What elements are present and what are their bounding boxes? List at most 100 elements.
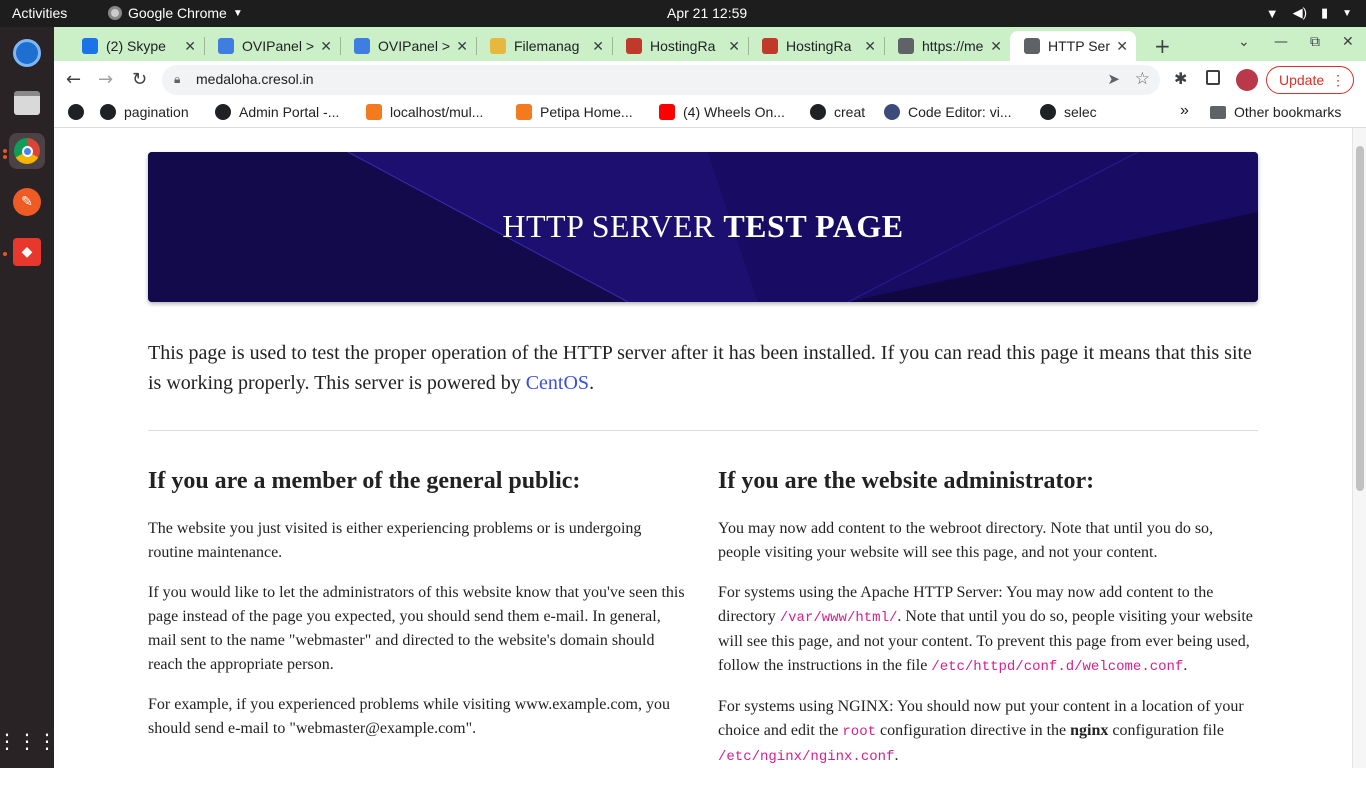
close-window-icon[interactable]: ✕ [1342, 34, 1354, 50]
app-menu[interactable]: Google Chrome ▼ [108, 5, 243, 21]
hostingraja-icon [762, 38, 778, 54]
public-paragraph-2: If you would like to let the administrat… [148, 584, 685, 673]
chrome-small-icon [108, 6, 122, 20]
tab-close-icon[interactable]: ✕ [592, 38, 604, 55]
tab-close-icon[interactable]: ✕ [456, 38, 468, 55]
forward-arrow-icon[interactable]: → [98, 69, 113, 90]
apache-text-c: . [1183, 657, 1188, 674]
bookmark-item[interactable]: (4) Wheels On... [659, 104, 785, 120]
public-paragraph-3: For example, if you experienced problems… [148, 696, 670, 737]
new-tab-plus-icon[interactable]: + [1154, 34, 1171, 58]
nginx-text-d: . [894, 747, 899, 764]
nginx-text-c: configuration file [1108, 722, 1224, 739]
thunderbird-icon[interactable] [9, 35, 45, 71]
address-bar[interactable]: 🔒︎ medaloha.cresol.in ➤ ☆ [162, 65, 1160, 95]
centos-link[interactable]: CentOS [526, 372, 589, 394]
ovipanel-icon [354, 38, 370, 54]
dock: ✎ ◆ ⋮⋮⋮ [0, 27, 57, 768]
reload-icon[interactable]: ↻ [132, 69, 147, 90]
globe-icon [1024, 38, 1040, 54]
minimize-icon[interactable]: — [1274, 34, 1288, 50]
browser-window: (2) Skype ✕ OVIPanel > ✕ OVIPanel > ✕ Filemana… [54, 27, 1366, 128]
tab-close-icon[interactable]: ✕ [990, 38, 1002, 55]
bookmarks-overflow-chevron[interactable]: » [1180, 102, 1189, 120]
clock[interactable]: Apr 21 12:59 [667, 5, 747, 21]
tab-title: HostingRa [650, 38, 716, 54]
tab-search-chevron-icon[interactable]: ⌄ [1238, 34, 1250, 50]
bookmark-item[interactable] [68, 104, 92, 120]
folder-icon [490, 38, 506, 54]
ovipanel-icon [218, 38, 234, 54]
bookmark-star-icon[interactable]: ☆ [1135, 69, 1150, 89]
bookmark-label: Admin Portal -... [239, 104, 340, 120]
tab-close-icon[interactable]: ✕ [184, 38, 196, 55]
tab-strip: (2) Skype ✕ OVIPanel > ✕ OVIPanel > ✕ Filemana… [54, 27, 1366, 61]
bookmark-item[interactable]: selec [1040, 104, 1097, 120]
divider [148, 430, 1258, 431]
url-text[interactable]: medaloha.cresol.in [196, 71, 314, 87]
bookmark-label: Petipa Home... [540, 104, 633, 120]
globe-icon [1040, 104, 1056, 120]
tab-4[interactable]: Filemanag ✕ [476, 31, 612, 61]
kebab-menu-icon: ⋮ [1331, 72, 1345, 88]
xampp-icon [366, 104, 382, 120]
tab-7[interactable]: https://me ✕ [884, 31, 1010, 61]
tab-title: HTTP Serv [1048, 38, 1111, 54]
update-button[interactable]: Update ⋮ [1266, 66, 1354, 94]
other-bookmarks[interactable]: Other bookmarks [1210, 104, 1341, 120]
hero-banner: HTTP SERVER TEST PAGE [148, 152, 1258, 302]
profile-avatar[interactable] [1236, 69, 1258, 91]
tab-8[interactable]: HTTP Serv ✕ [1010, 31, 1136, 61]
tab-close-icon[interactable]: ✕ [864, 38, 876, 55]
root-directive-code: root [842, 724, 876, 740]
folder-icon [1210, 105, 1226, 119]
show-applications-icon[interactable]: ⋮⋮⋮ [0, 723, 57, 759]
lock-icon[interactable]: 🔒︎ [174, 72, 180, 87]
tab-5[interactable]: HostingRa ✕ [612, 31, 748, 61]
bookmark-item[interactable]: Petipa Home... [516, 104, 633, 120]
back-arrow-icon[interactable]: ← [66, 69, 81, 90]
anydesk-icon[interactable]: ◆ [9, 234, 45, 270]
page-content: HTTP SERVER TEST PAGE This page is used … [54, 128, 1352, 768]
public-paragraph-1: The website you just visited is either e… [148, 520, 642, 561]
send-tab-icon[interactable]: ➤ [1107, 70, 1120, 88]
nginx-bold: nginx [1070, 722, 1109, 739]
admin-paragraph-2: For systems using the Apache HTTP Server… [718, 581, 1258, 679]
tab-title: OVIPanel > [378, 38, 450, 54]
bookmarks-bar: pagination Admin Portal -... localhost/mul… [54, 98, 1366, 128]
tab-close-icon[interactable]: ✕ [320, 38, 332, 55]
activities-button[interactable]: Activities [12, 5, 67, 21]
bookmark-item[interactable]: pagination [100, 104, 189, 120]
hero-title-bold: TEST PAGE [723, 208, 904, 244]
bookmark-item[interactable]: Admin Portal -... [215, 104, 339, 120]
bookmark-label: selec [1064, 104, 1097, 120]
extensions-puzzle-icon[interactable]: ✱ [1174, 69, 1187, 88]
tab-3[interactable]: OVIPanel > ✕ [340, 31, 476, 61]
bookmark-item[interactable]: localhost/mul... [366, 104, 483, 120]
scrollbar-thumb[interactable] [1356, 146, 1364, 491]
bookmark-label: Code Editor: vi... [908, 104, 1012, 120]
tab-6[interactable]: HostingRa ✕ [748, 31, 884, 61]
bookmark-item[interactable]: Code Editor: vi... [884, 104, 1012, 120]
tab-1[interactable]: (2) Skype ✕ [68, 31, 204, 61]
public-section: If you are a member of the general publi… [148, 468, 688, 757]
update-label: Update [1279, 72, 1325, 88]
side-panel-icon[interactable] [1206, 70, 1220, 85]
admin-section: If you are the website administrator: Yo… [718, 468, 1258, 785]
files-icon[interactable] [9, 85, 45, 121]
xampp-icon [516, 104, 532, 120]
bookmark-item[interactable]: creat [810, 104, 865, 120]
public-heading: If you are a member of the general publi… [148, 468, 581, 494]
globe-icon [898, 38, 914, 54]
admin-heading: If you are the website administrator: [718, 468, 1095, 494]
app-name: Google Chrome [128, 5, 227, 21]
maximize-icon[interactable]: ⧉ [1310, 34, 1320, 50]
page-scrollbar[interactable] [1352, 128, 1366, 768]
tab-close-icon[interactable]: ✕ [1116, 38, 1128, 55]
tab-close-icon[interactable]: ✕ [728, 38, 740, 55]
postman-icon[interactable]: ✎ [9, 184, 45, 220]
running-indicator [3, 149, 7, 153]
tab-2[interactable]: OVIPanel > ✕ [204, 31, 340, 61]
system-tray[interactable]: ▼ ◀) ▮ ▼ [1266, 5, 1352, 21]
chrome-dock-icon[interactable] [9, 133, 45, 169]
